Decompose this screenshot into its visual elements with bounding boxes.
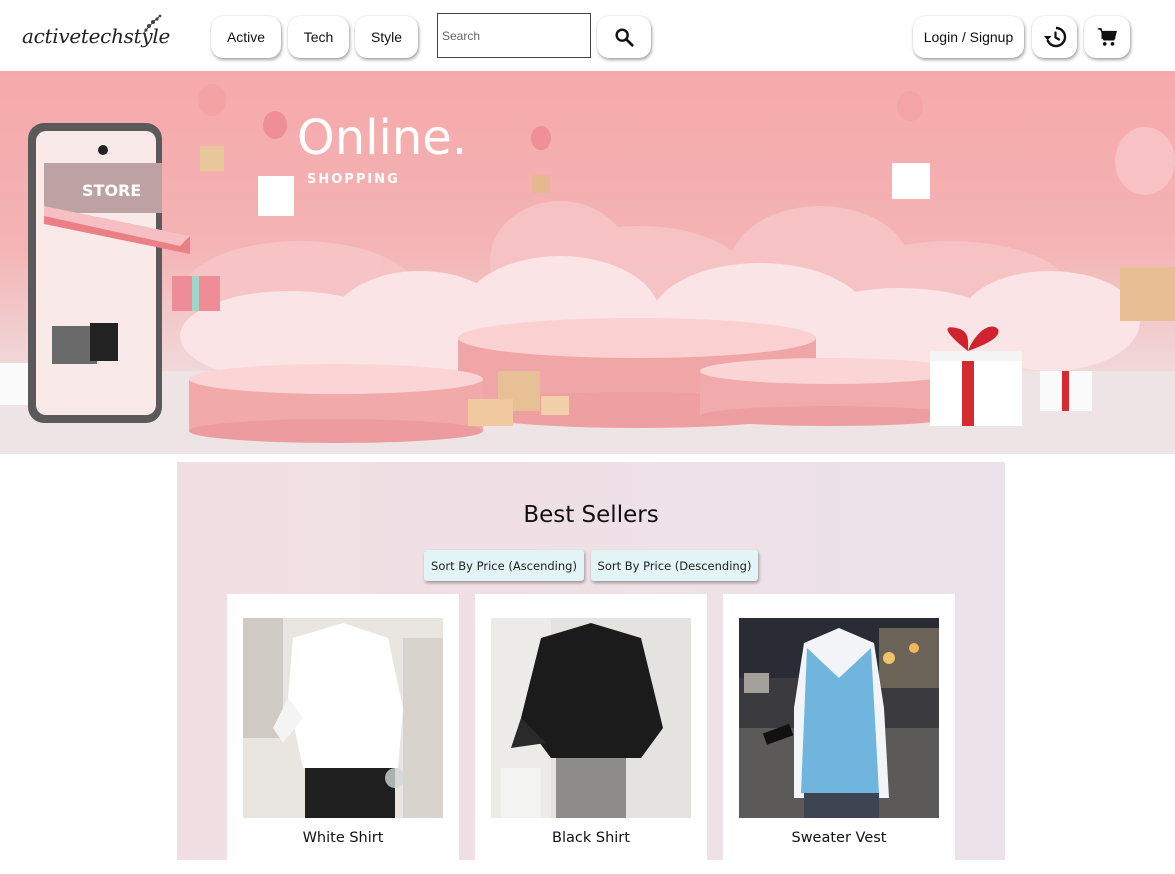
- black-shirt-photo: [491, 618, 691, 818]
- product-name: Black Shirt: [552, 830, 630, 846]
- history-icon: [1043, 26, 1066, 48]
- white-shirt-photo: [243, 618, 443, 818]
- nav-active-label: Active: [226, 29, 266, 45]
- banner-headline: Online.: [297, 110, 467, 166]
- hero-banner: Online. SHOPPING STORE: [0, 71, 1175, 454]
- nav-active[interactable]: Active: [211, 16, 281, 58]
- nav-tech[interactable]: Tech: [288, 16, 349, 58]
- product-card[interactable]: Black Shirt: [475, 594, 707, 874]
- nav-tech-label: Tech: [303, 29, 334, 45]
- login-signup-label: Login / Signup: [923, 29, 1014, 45]
- product-card[interactable]: White Shirt: [227, 594, 459, 874]
- sort-descending-label: Sort By Price (Descending): [597, 558, 752, 573]
- sort-ascending-button[interactable]: Sort By Price (Ascending): [424, 550, 584, 581]
- cart-button[interactable]: [1084, 16, 1130, 58]
- search-icon: [615, 28, 634, 47]
- history-button[interactable]: [1032, 16, 1077, 58]
- product-image[interactable]: [491, 618, 691, 818]
- sweater-vest-photo: [739, 618, 939, 818]
- section-title: Best Sellers: [523, 502, 659, 528]
- best-sellers-section: Best Sellers Sort By Price (Ascending) S…: [177, 462, 1005, 874]
- store-sign: STORE: [82, 181, 141, 200]
- product-name: Sweater Vest: [791, 830, 887, 846]
- product-image[interactable]: [739, 618, 939, 818]
- nav-style-label: Style: [370, 29, 403, 45]
- site-header: activetechstyle Active Tech Style Login …: [0, 0, 1175, 71]
- product-image[interactable]: [243, 618, 443, 818]
- sort-descending-button[interactable]: Sort By Price (Descending): [591, 550, 758, 581]
- product-name: White Shirt: [302, 830, 384, 846]
- banner-subheadline: SHOPPING: [307, 172, 400, 187]
- search-input[interactable]: [437, 13, 591, 58]
- banner-illustration: Online. SHOPPING STORE: [0, 84, 1175, 454]
- search-button[interactable]: [597, 16, 651, 58]
- site-logo[interactable]: activetechstyle: [22, 14, 170, 58]
- login-signup-button[interactable]: Login / Signup: [913, 16, 1024, 58]
- product-card[interactable]: Sweater Vest: [723, 594, 955, 874]
- nav-style[interactable]: Style: [355, 16, 418, 58]
- sprig-icon: [142, 14, 162, 35]
- sort-ascending-label: Sort By Price (Ascending): [431, 558, 577, 573]
- cart-icon: [1097, 28, 1117, 46]
